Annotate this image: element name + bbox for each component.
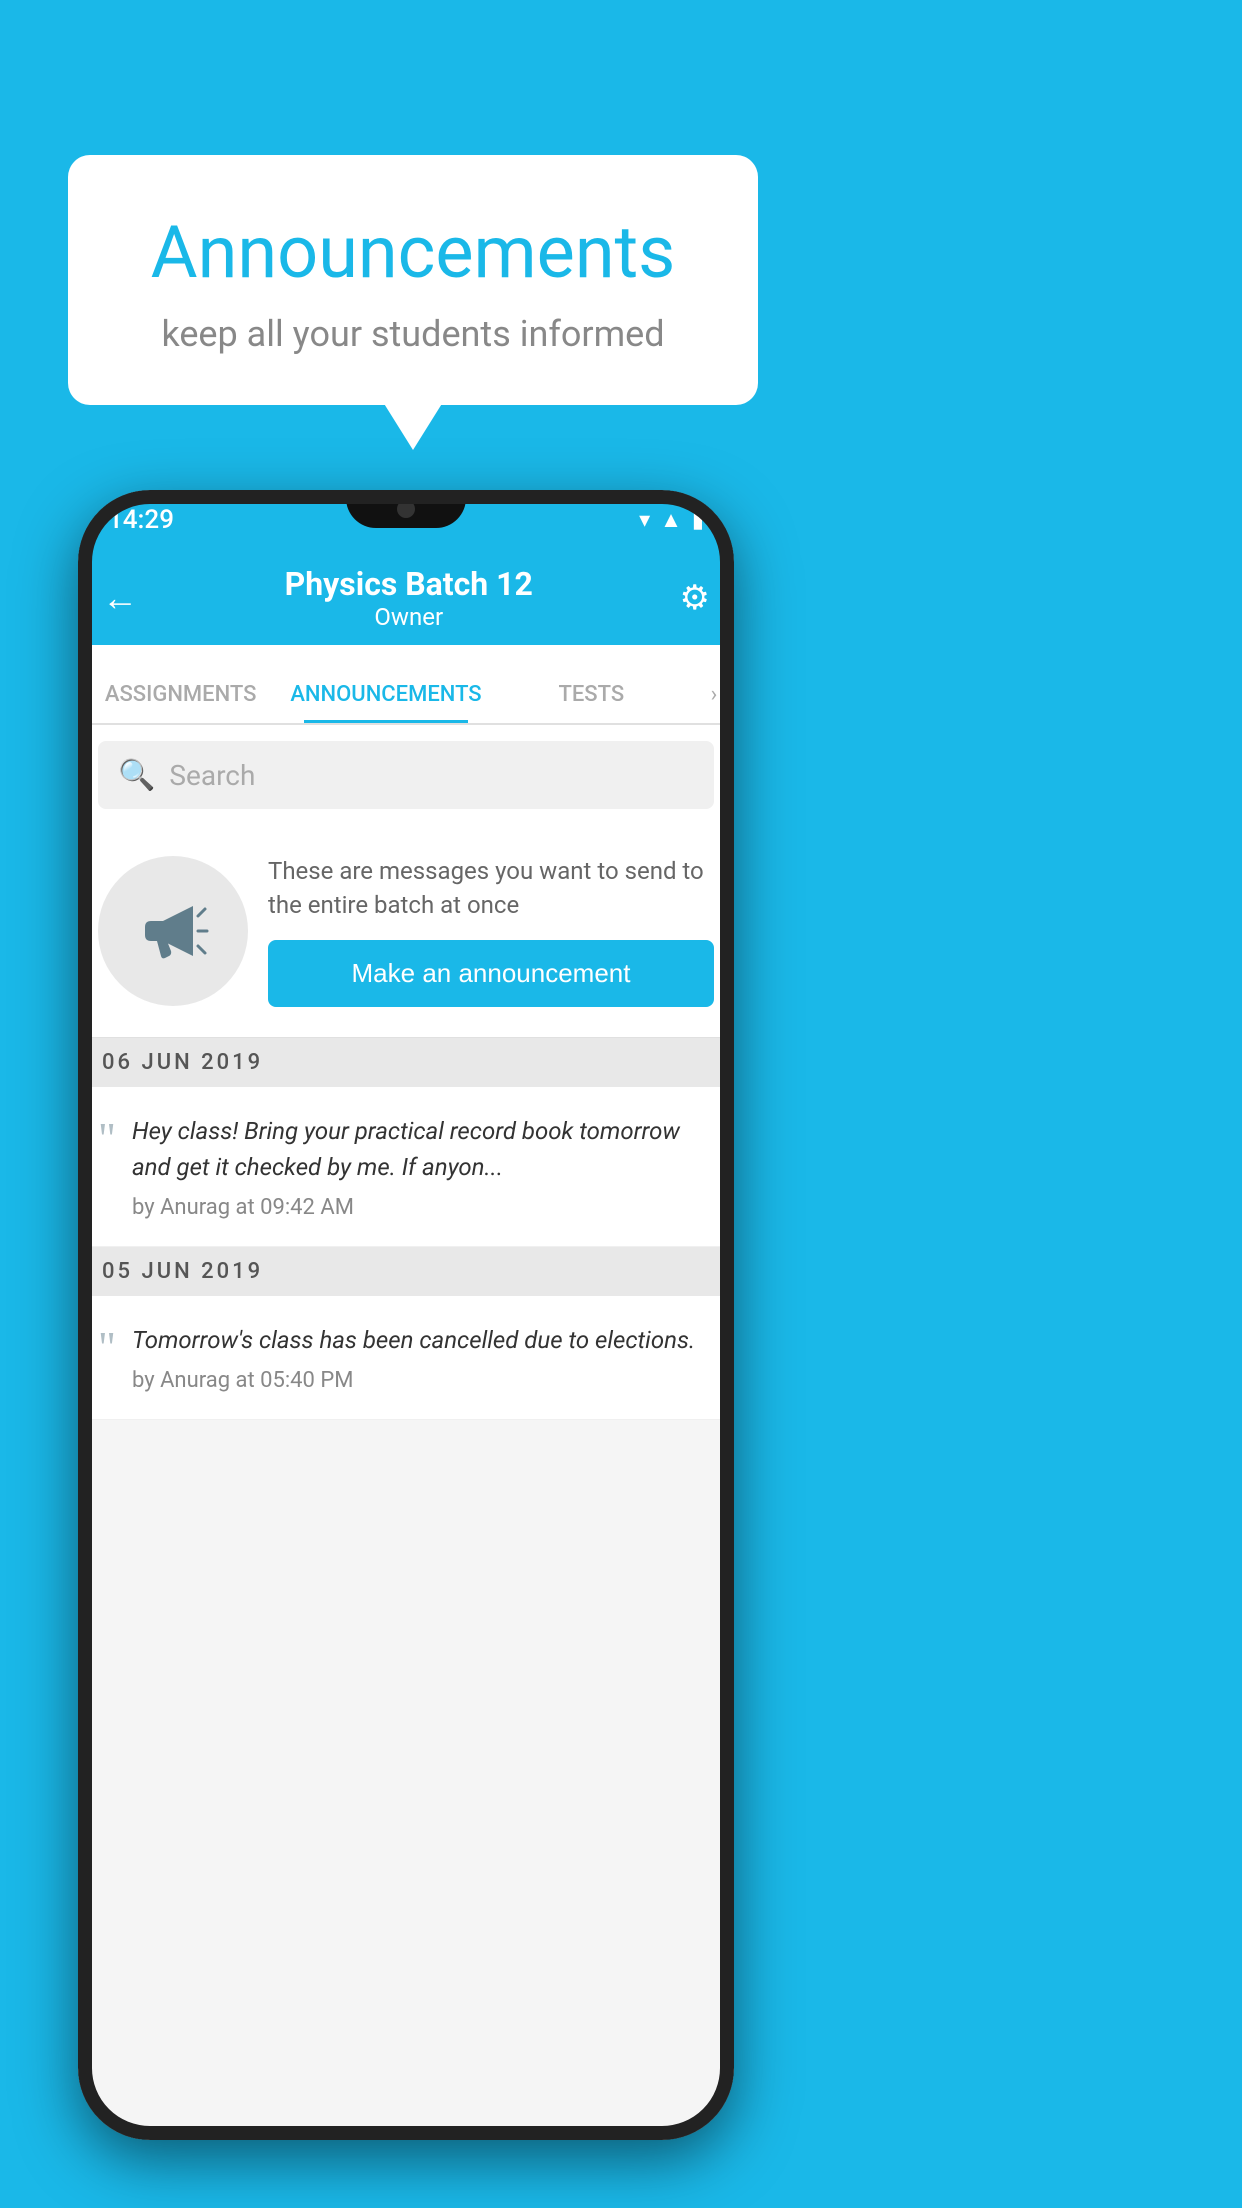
status-time: 14:29 xyxy=(108,505,174,535)
quote-icon-1: " xyxy=(98,1117,116,1161)
promo-section: These are messages you want to send to t… xyxy=(78,825,734,1038)
camera-cutout xyxy=(397,500,415,518)
search-icon: 🔍 xyxy=(118,758,155,793)
back-button[interactable]: ← xyxy=(102,577,138,619)
header-title-group: Physics Batch 12 Owner xyxy=(138,565,680,631)
announcement-text-1: Hey class! Bring your practical record b… xyxy=(132,1113,714,1185)
quote-icon-2: " xyxy=(98,1326,116,1370)
phone-screen: 14:29 ▾ ▲ ▮ ← Physics Batch 12 Owner ⚙ A… xyxy=(78,490,734,2140)
speech-bubble: Announcements keep all your students inf… xyxy=(68,155,758,405)
announcement-content-1: Hey class! Bring your practical record b… xyxy=(132,1113,714,1220)
announcement-content-2: Tomorrow's class has been cancelled due … xyxy=(132,1322,714,1393)
phone-notch xyxy=(346,490,466,528)
tab-tests[interactable]: TESTS xyxy=(489,682,694,723)
announcement-meta-1: by Anurag at 09:42 AM xyxy=(132,1195,714,1220)
header-title: Physics Batch 12 xyxy=(138,565,680,603)
search-container: 🔍 Search xyxy=(78,725,734,825)
search-input-placeholder: Search xyxy=(169,759,255,792)
megaphone-icon xyxy=(133,891,213,971)
search-box[interactable]: 🔍 Search xyxy=(98,741,714,809)
promo-content: These are messages you want to send to t… xyxy=(268,855,714,1007)
battery-icon: ▮ xyxy=(692,508,704,533)
app-header: ← Physics Batch 12 Owner ⚙ xyxy=(78,550,734,645)
announcement-meta-2: by Anurag at 05:40 PM xyxy=(132,1368,714,1393)
promo-description: These are messages you want to send to t… xyxy=(268,855,714,922)
announcement-item-2[interactable]: " Tomorrow's class has been cancelled du… xyxy=(78,1296,734,1420)
settings-icon[interactable]: ⚙ xyxy=(680,578,710,618)
status-icons: ▾ ▲ ▮ xyxy=(639,507,704,533)
announcement-item-1[interactable]: " Hey class! Bring your practical record… xyxy=(78,1087,734,1247)
date-separator-1: 06 JUN 2019 xyxy=(78,1038,734,1087)
tab-announcements[interactable]: ANNOUNCEMENTS xyxy=(283,682,488,723)
tab-more-button[interactable]: › xyxy=(694,682,734,723)
make-announcement-button[interactable]: Make an announcement xyxy=(268,940,714,1007)
bubble-title: Announcements xyxy=(108,210,718,295)
signal-icon: ▲ xyxy=(660,507,682,533)
header-subtitle: Owner xyxy=(138,603,680,631)
wifi-icon: ▾ xyxy=(639,508,650,533)
tab-assignments[interactable]: ASSIGNMENTS xyxy=(78,682,283,723)
date-separator-2: 05 JUN 2019 xyxy=(78,1247,734,1296)
phone-mockup: 14:29 ▾ ▲ ▮ ← Physics Batch 12 Owner ⚙ A… xyxy=(78,490,734,2140)
promo-icon-circle xyxy=(98,856,248,1006)
announcement-text-2: Tomorrow's class has been cancelled due … xyxy=(132,1322,714,1358)
tabs-bar: ASSIGNMENTS ANNOUNCEMENTS TESTS › xyxy=(78,645,734,725)
bubble-subtitle: keep all your students informed xyxy=(108,313,718,355)
